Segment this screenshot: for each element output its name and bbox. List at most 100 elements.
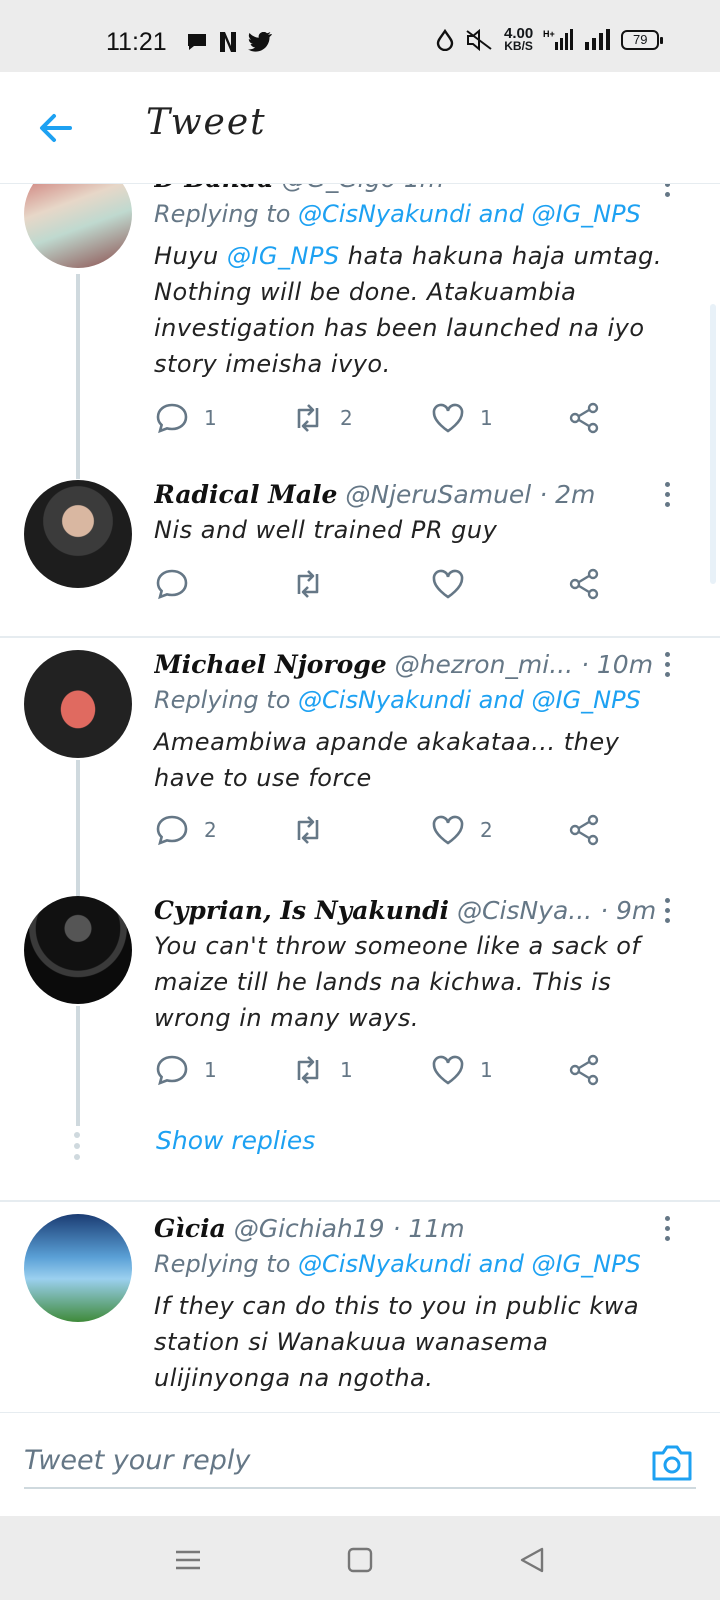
page-title: Tweet (146, 102, 267, 143)
retweet-button[interactable] (290, 812, 340, 848)
retweet-button[interactable]: 2 (290, 400, 353, 436)
avatar[interactable] (24, 184, 132, 268)
author-handle: @Gichiah19 (233, 1214, 385, 1243)
replying-to: Replying to @CisNyakundi and @IG_NPS (154, 200, 641, 228)
reply-composer (0, 1412, 720, 1516)
like-count: 1 (480, 406, 493, 430)
like-button[interactable]: 1 (430, 400, 493, 436)
tweet-time: · 9m (600, 896, 657, 925)
tweet-item[interactable]: Radical Male @NjeruSamuel · 2m Nis and w… (0, 480, 720, 630)
like-button[interactable] (430, 566, 480, 602)
mute-icon (466, 29, 492, 51)
reply-icon (156, 403, 188, 434)
back-arrow-icon[interactable] (36, 108, 76, 148)
replying-to: Replying to @CisNyakundi and @IG_NPS (154, 1250, 641, 1278)
avatar[interactable] (24, 480, 132, 588)
divider (0, 1200, 720, 1202)
tweet-item[interactable]: Michael Njoroge @hezron_mi... · 10m Repl… (0, 650, 720, 896)
twitter-icon (248, 32, 272, 52)
netflix-icon (220, 32, 236, 52)
retweet-count: 1 (340, 1058, 353, 1082)
more-options-icon[interactable] (664, 1216, 672, 1242)
camera-icon[interactable] (650, 1443, 694, 1483)
more-options-icon[interactable] (664, 652, 672, 678)
top-app-bar: Tweet (0, 72, 720, 184)
network-speed: 4.00 KB/S (504, 25, 534, 53)
drop-icon (436, 29, 454, 51)
divider (0, 636, 720, 638)
tweet-actions: 2 2 (154, 812, 624, 852)
heart-icon (432, 569, 464, 599)
reply-button[interactable]: 1 (154, 400, 217, 436)
author-name[interactable]: Cyprian, Is Nyakundi (154, 896, 449, 925)
retweet-icon (297, 404, 319, 432)
like-button[interactable]: 2 (430, 812, 493, 848)
replies-feed[interactable]: D Banda @G_Gigo 1m Replying to @CisNyaku… (0, 184, 720, 1412)
reply-button[interactable]: 1 (154, 1052, 217, 1088)
share-button[interactable] (566, 400, 602, 436)
reply-count: 2 (204, 818, 217, 842)
tweet-actions: 1 1 1 (154, 1052, 624, 1092)
message-icon (188, 34, 206, 50)
share-button[interactable] (566, 1052, 602, 1088)
author-name[interactable]: Gìcia (154, 1214, 226, 1243)
reply-icon (156, 1055, 188, 1086)
tweet-text: You can't throw someone like a sack of m… (154, 932, 641, 1032)
share-button[interactable] (566, 812, 602, 848)
share-icon (569, 402, 599, 434)
author-handle: @NjeruSamuel (345, 480, 532, 509)
avatar[interactable] (24, 896, 132, 1004)
more-options-icon[interactable] (664, 184, 672, 198)
thread-line (76, 274, 80, 479)
tweet-item[interactable]: D Banda @G_Gigo 1m Replying to @CisNyaku… (0, 184, 720, 479)
like-count: 1 (480, 1058, 493, 1082)
tweet-header: D Banda @G_Gigo 1m (154, 184, 664, 193)
heart-icon (432, 403, 464, 433)
reply-input[interactable] (24, 1433, 696, 1489)
retweet-button[interactable] (290, 566, 340, 602)
tweet-item[interactable]: Cyprian, Is Nyakundi @CisNya... · 9m You… (0, 896, 720, 1186)
signal-icon (585, 29, 611, 50)
menu-icon[interactable] (168, 1540, 208, 1580)
tweet-header: Michael Njoroge @hezron_mi... · 10m (154, 650, 664, 679)
share-icon (569, 1054, 599, 1086)
author-handle: @G_Gigo (282, 184, 396, 193)
reply-count: 1 (204, 406, 217, 430)
tweet-actions: 1 2 1 (154, 400, 624, 440)
retweet-icon (297, 816, 319, 844)
tweet-item[interactable]: Gìcia @Gichiah19 · 11m Replying to @CisN… (0, 1214, 720, 1412)
more-options-icon[interactable] (664, 482, 672, 508)
like-button[interactable]: 1 (430, 1052, 493, 1088)
home-square-icon[interactable] (340, 1540, 380, 1580)
author-name[interactable]: Michael Njoroge (154, 650, 387, 679)
tweet-time: · 2m (539, 480, 596, 509)
more-options-icon[interactable] (664, 898, 672, 924)
tweet-time: · 11m (392, 1214, 465, 1243)
tweet-header: Radical Male @NjeruSamuel · 2m (154, 480, 664, 509)
share-button[interactable] (566, 566, 602, 602)
thread-line (76, 760, 80, 896)
back-triangle-icon[interactable] (512, 1540, 552, 1580)
tweet-text: Huyu @IG_NPS hata hakuna haja umtag. Not… (154, 242, 663, 378)
tweet-actions (154, 566, 624, 606)
replying-to: Replying to @CisNyakundi and @IG_NPS (154, 686, 641, 714)
author-name[interactable]: D Banda (154, 184, 274, 193)
tweet-time: 1m (404, 184, 444, 193)
retweet-count: 2 (340, 406, 353, 430)
author-name[interactable]: Radical Male (154, 480, 337, 509)
tweet-text: Nis and well trained PR guy (154, 516, 498, 544)
author-handle: @hezron_mi... (394, 650, 574, 679)
heart-icon (432, 1055, 464, 1085)
thread-continue-dots (74, 1132, 82, 1165)
reply-icon (156, 569, 188, 600)
tweet-header: Gìcia @Gichiah19 · 11m (154, 1214, 664, 1243)
avatar[interactable] (24, 1214, 132, 1322)
reply-count: 1 (204, 1058, 217, 1082)
avatar[interactable] (24, 650, 132, 758)
thread-line (76, 1006, 80, 1126)
show-replies-link[interactable]: Show replies (156, 1126, 315, 1155)
tweet-text: Ameambiwa apande akakataa... they have t… (154, 728, 620, 792)
reply-button[interactable]: 2 (154, 812, 217, 848)
reply-button[interactable] (154, 566, 204, 602)
retweet-button[interactable]: 1 (290, 1052, 353, 1088)
